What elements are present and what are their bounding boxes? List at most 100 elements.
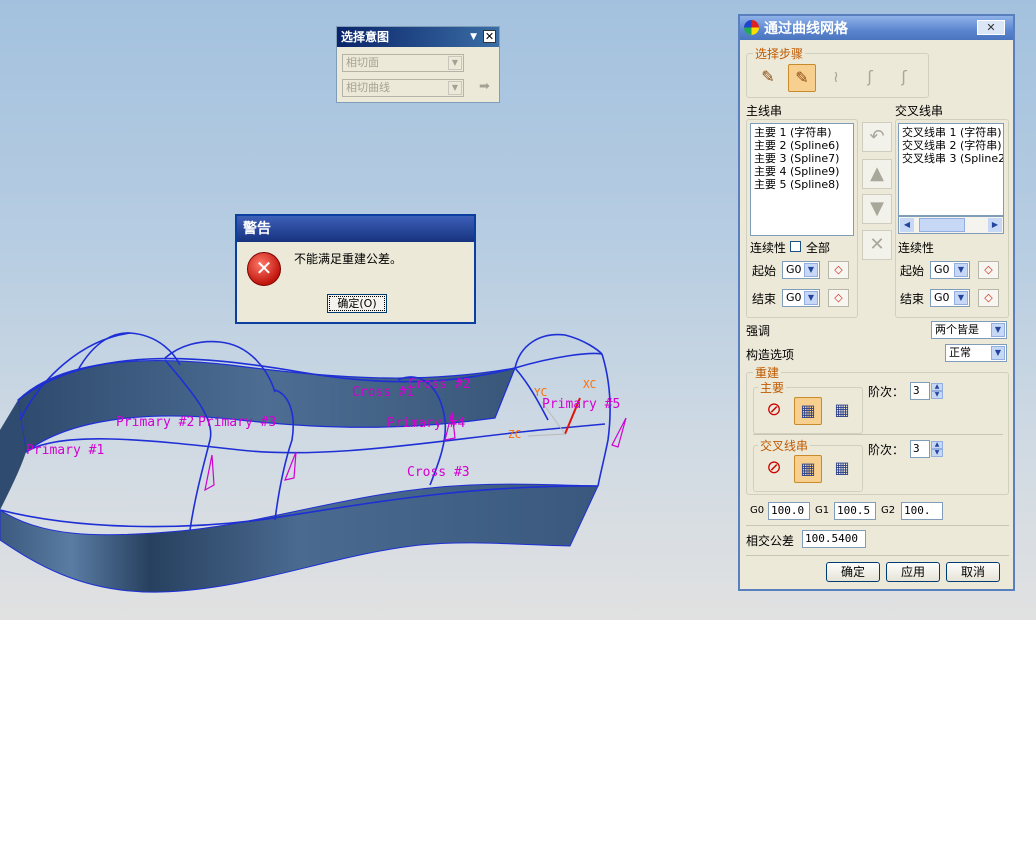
cross-start-select[interactable]: G0 ▼ — [930, 261, 970, 279]
primary-start-value: G0 — [786, 263, 802, 276]
ok-button[interactable]: 确定 — [826, 562, 880, 582]
list-item[interactable]: 主要 1 (字符串) — [754, 126, 853, 139]
chevron-down-icon[interactable]: ▼ — [954, 263, 968, 277]
face-rule-select[interactable]: 相切面 ▼ — [342, 54, 464, 72]
scroll-right-icon[interactable]: ▶ — [988, 218, 1002, 232]
axis-label-zc: ZC — [508, 428, 521, 441]
label-primary-2: Primary #2 — [116, 415, 194, 430]
primary-start-face-icon[interactable]: ◇ — [828, 261, 849, 279]
spin-down-icon[interactable]: ▼ — [931, 391, 943, 399]
label-cross-2: Cross #2 — [408, 377, 471, 392]
primary-start-label: 起始 — [752, 264, 777, 278]
chevron-down-icon[interactable]: ▼ — [991, 323, 1005, 337]
list-item[interactable]: 交叉线串 3 (Spline2) — [902, 152, 1003, 165]
cross-end-value: G0 — [934, 291, 950, 304]
degree-tolerance-icon[interactable]: ▦ — [794, 455, 822, 483]
cross-continuity-label: 连续性 — [898, 241, 935, 255]
chevron-down-icon[interactable]: ▼ — [804, 291, 818, 305]
cross-degree-spinner[interactable]: ▲ ▼ — [931, 441, 943, 457]
primary-start-select[interactable]: G0 ▼ — [782, 261, 820, 279]
primary-end-face-icon[interactable]: ◇ — [828, 289, 849, 307]
degree-tolerance-icon[interactable]: ▦ — [794, 397, 822, 425]
all-checkbox[interactable] — [790, 241, 801, 252]
cross-end-label: 结束 — [900, 292, 925, 306]
chevron-down-icon[interactable]: ▼ — [448, 56, 462, 70]
selection-intent-titlebar[interactable]: 选择意图 ▼ ✕ — [337, 27, 499, 47]
warning-ok-button[interactable]: 确定(O) — [327, 294, 387, 313]
chevron-down-icon[interactable]: ▼ — [470, 27, 477, 47]
scroll-thumb[interactable] — [919, 218, 965, 232]
rebuild-cross-label: 交叉线串 — [758, 437, 811, 454]
arrow-right-icon[interactable]: ➡ — [479, 80, 493, 94]
primary-continuity-label: 连续性 — [750, 241, 787, 255]
cross-degree-input[interactable]: 3 — [910, 440, 930, 458]
warning-title: 警告 — [237, 216, 474, 242]
g1-tolerance-input[interactable]: 100.5 — [834, 502, 876, 520]
cross-start-face-icon[interactable]: ◇ — [978, 261, 999, 279]
spin-down-icon[interactable]: ▼ — [931, 449, 943, 457]
cross-end-face-icon[interactable]: ◇ — [978, 289, 999, 307]
chevron-down-icon[interactable]: ▼ — [804, 263, 818, 277]
close-button[interactable]: ✕ — [977, 20, 1005, 35]
list-item[interactable]: 主要 4 (Spline9) — [754, 165, 853, 178]
label-cross-3: Cross #3 — [407, 465, 470, 480]
primary-degree-input[interactable]: 3 — [910, 382, 930, 400]
remove-icon[interactable]: ✕ — [862, 230, 892, 260]
construction-select[interactable]: 正常 ▼ — [945, 344, 1007, 362]
horizontal-scrollbar[interactable]: ◀ ▶ — [898, 216, 1004, 234]
label-cross-1: Cross #1 — [352, 385, 415, 400]
construction-label: 构造选项 — [746, 348, 795, 362]
chevron-down-icon[interactable]: ▼ — [991, 346, 1005, 360]
auto-fit-icon[interactable]: ▦ — [828, 397, 856, 425]
curve-rule-select[interactable]: 相切曲线 ▼ — [342, 79, 464, 97]
emphasis-value: 两个皆是 — [935, 323, 979, 336]
auto-fit-icon[interactable]: ▦ — [828, 455, 856, 483]
primary-strings-list[interactable]: 主要 1 (字符串) 主要 2 (Spline6) 主要 3 (Spline7)… — [750, 123, 854, 236]
spin-up-icon[interactable]: ▲ — [931, 441, 943, 449]
chevron-down-icon[interactable]: ▼ — [954, 291, 968, 305]
close-icon[interactable]: ✕ — [483, 30, 496, 43]
cross-strings-list[interactable]: 交叉线串 1 (字符串) 交叉线串 2 (字符串) 交叉线串 3 (Spline… — [898, 123, 1004, 216]
selection-intent-title: 选择意图 — [341, 30, 390, 44]
curve-rule-value: 相切曲线 — [346, 81, 390, 94]
move-up-icon[interactable]: ▲ — [862, 159, 892, 189]
list-item[interactable]: 主要 3 (Spline7) — [754, 152, 853, 165]
move-down-icon[interactable]: ▼ — [862, 194, 892, 224]
emphasis-label: 强调 — [746, 324, 771, 338]
primary-strings-step-icon[interactable]: ✎ — [754, 64, 782, 92]
label-primary-1: Primary #1 — [26, 443, 104, 458]
emphasis-select[interactable]: 两个皆是 ▼ — [931, 321, 1007, 339]
dialog-titlebar[interactable]: 通过曲线网格 ✕ — [740, 16, 1013, 40]
face-rule-value: 相切面 — [346, 56, 379, 69]
divider — [753, 434, 1003, 435]
spin-up-icon[interactable]: ▲ — [931, 383, 943, 391]
g2-tolerance-input[interactable]: 100. — [901, 502, 943, 520]
chevron-down-icon[interactable]: ▼ — [448, 81, 462, 95]
list-item[interactable]: 交叉线串 2 (字符串) — [902, 139, 1003, 152]
spine-step-icon[interactable]: ≀ — [822, 64, 850, 92]
list-item[interactable]: 交叉线串 1 (字符串) — [902, 126, 1003, 139]
primary-end-select[interactable]: G0 ▼ — [782, 289, 820, 307]
no-rebuild-icon[interactable]: ⊘ — [760, 455, 788, 483]
label-primary-5: Primary #5 — [542, 397, 620, 412]
cross-start-label: 起始 — [900, 264, 925, 278]
last-face-step-icon[interactable]: ʃ — [890, 64, 918, 92]
no-rebuild-icon[interactable]: ⊘ — [760, 397, 788, 425]
undo-icon[interactable]: ↶ — [862, 122, 892, 152]
intersection-tolerance-label: 相交公差 — [746, 534, 795, 548]
surface-main — [0, 483, 599, 593]
list-item[interactable]: 主要 5 (Spline8) — [754, 178, 853, 191]
cross-strings-step-icon[interactable]: ✎ — [788, 64, 816, 92]
all-label: 全部 — [806, 241, 831, 255]
apply-button[interactable]: 应用 — [886, 562, 940, 582]
list-item[interactable]: 主要 2 (Spline6) — [754, 139, 853, 152]
scroll-left-icon[interactable]: ◀ — [900, 218, 914, 232]
construction-value: 正常 — [949, 346, 971, 359]
cross-end-select[interactable]: G0 ▼ — [930, 289, 970, 307]
g0-tolerance-input[interactable]: 100.0 — [768, 502, 810, 520]
primary-degree-spinner[interactable]: ▲ ▼ — [931, 383, 943, 399]
cancel-button[interactable]: 取消 — [946, 562, 1000, 582]
g1-tolerance-label: G1 — [815, 505, 830, 516]
intersection-tolerance-input[interactable]: 100.5400 — [802, 530, 866, 548]
first-face-step-icon[interactable]: ʃ — [856, 64, 884, 92]
